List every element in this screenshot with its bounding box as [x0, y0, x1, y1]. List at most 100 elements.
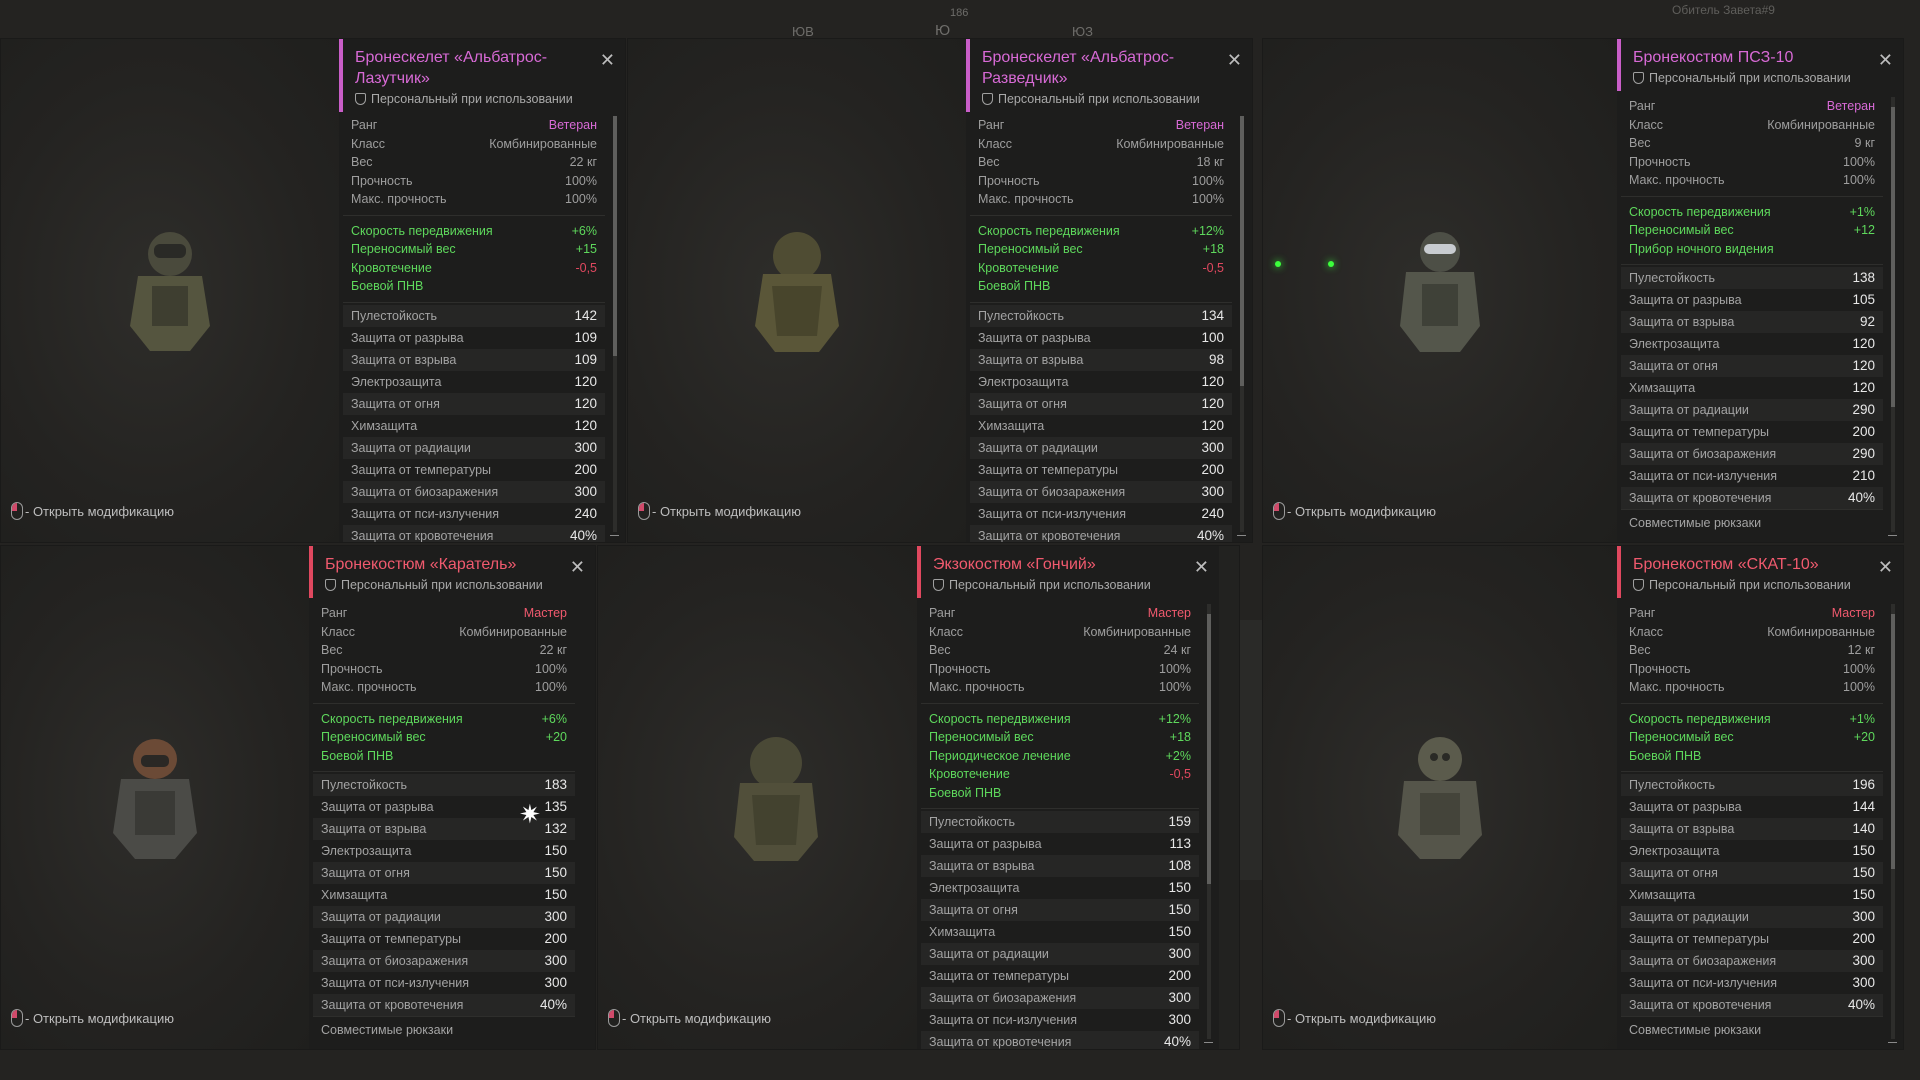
close-icon[interactable]: ✕ — [600, 51, 615, 69]
info-label: Прочность — [1629, 661, 1691, 676]
bonus-label: Скорость передвижения — [351, 223, 493, 238]
tooltip-header: Экзокостюм «Гончий» Персональный при испо… — [917, 546, 1219, 598]
open-modification-hint[interactable]: - Открыть модификацию — [638, 502, 801, 520]
info-row-rank: Ранг Мастер — [929, 604, 1191, 623]
protection-row: Пулестойкость 196 — [1621, 774, 1883, 796]
protection-row: Защита от пси-излучения 300 — [1621, 972, 1883, 994]
info-label: Макс. прочность — [351, 192, 447, 206]
close-icon[interactable]: ✕ — [570, 558, 585, 576]
scrollbar[interactable] — [1891, 97, 1895, 532]
scrollbar-thumb[interactable] — [1240, 116, 1244, 386]
bonus-label: Кровотечение — [978, 260, 1059, 275]
item-preview[interactable]: - Открыть модификацию — [1, 546, 309, 1049]
protection-row: Защита от огня 150 — [313, 862, 575, 884]
info-value: Мастер — [1147, 606, 1191, 620]
protection-value: 300 — [1201, 439, 1224, 455]
bonus-label: Переносимый вес — [978, 242, 1083, 256]
info-label: Прочность — [1629, 154, 1691, 169]
scrollbar[interactable] — [1891, 604, 1895, 1039]
scrollbar-thumb[interactable] — [613, 116, 617, 356]
item-tooltip: Бронекостюм «СКАТ-10» Персональный при ис… — [1617, 546, 1903, 1049]
info-value: 100% — [1159, 661, 1191, 676]
open-modification-hint[interactable]: - Открыть модификацию — [1273, 1009, 1436, 1027]
tooltip-body[interactable]: Ранг Ветеран Класс Комбинированные Вес 22 кг П… — [343, 110, 605, 542]
protection-row: Химзащита 150 — [921, 921, 1199, 943]
protection-label: Пулестойкость — [978, 308, 1065, 323]
scrollbar[interactable] — [1240, 116, 1244, 532]
info-row-class: Класс Комбинированные — [351, 135, 597, 154]
item-preview[interactable]: - Открыть модификацию — [598, 546, 953, 1049]
info-value: 100% — [535, 661, 567, 676]
protection-value: 300 — [544, 975, 567, 990]
shield-icon — [1633, 72, 1644, 84]
bonus-label: Боевой ПНВ — [929, 785, 1002, 800]
open-modification-label: - Открыть модификацию — [652, 503, 801, 519]
scrollbar-thumb[interactable] — [1891, 107, 1895, 407]
protection-row: Защита от пси-излучения 300 — [313, 972, 575, 994]
info-row-class: Класс Комбинированные — [929, 623, 1191, 642]
tooltip-body[interactable]: Ранг Ветеран Класс Комбинированные Вес 9 кг Пр… — [1621, 91, 1883, 542]
close-icon[interactable]: ✕ — [1878, 558, 1893, 576]
scrollbar[interactable] — [613, 116, 617, 532]
protection-label: Защита от температуры — [1629, 425, 1770, 439]
protection-row: Защита от взрыва 140 — [1621, 818, 1883, 840]
protection-value: 196 — [1852, 777, 1875, 792]
compatible-backpacks[interactable]: Совместимые рюкзаки — [1621, 509, 1883, 536]
scrollbar[interactable] — [1207, 604, 1211, 1039]
protection-value: 120 — [574, 395, 597, 411]
bonus-value: +15 — [575, 242, 597, 256]
item-protection-section: Пулестойкость 196 Защита от разрыва 144 Защи… — [1621, 772, 1883, 1016]
compatible-backpacks[interactable]: Совместимые рюкзаки — [313, 1016, 575, 1043]
protection-row: Защита от кровотечения 40% — [970, 524, 1232, 542]
compatible-backpacks[interactable]: Совместимые рюкзаки — [1621, 1016, 1883, 1043]
info-value: 18 кг — [1196, 155, 1224, 169]
info-row-rank: Ранг Ветеран — [978, 116, 1224, 135]
info-value: 100% — [1843, 173, 1875, 187]
protection-label: Защита от пси-излучения — [1629, 469, 1778, 483]
close-icon[interactable]: ✕ — [1227, 51, 1242, 69]
protection-label: Защита от огня — [1629, 359, 1718, 373]
bonus-label: Скорость передвижения — [1629, 204, 1771, 219]
protection-row: Защита от взрыва 98 — [970, 348, 1232, 371]
bonus-label: Кровотечение — [929, 767, 1010, 781]
tooltip-header: Бронекостюм ПСЗ-10 Персональный при испол… — [1617, 39, 1903, 91]
item-subtitle: Персональный при использовании — [1633, 71, 1873, 85]
info-value: 9 кг — [1854, 136, 1875, 150]
open-modification-hint[interactable]: - Открыть модификацию — [1273, 502, 1436, 520]
close-icon[interactable]: ✕ — [1194, 558, 1209, 576]
tooltip-body[interactable]: Ранг Мастер Класс Комбинированные Вес 12 кг Пр… — [1621, 598, 1883, 1049]
info-label: Ранг — [1629, 606, 1656, 620]
open-modification-hint[interactable]: - Открыть модификацию — [11, 1009, 174, 1027]
bonus-value: -0,5 — [1169, 767, 1191, 781]
item-info-section: Ранг Мастер Класс Комбинированные Вес 22 кг Пр… — [313, 598, 575, 704]
protection-row: Защита от температуры 200 — [1621, 421, 1883, 443]
protection-value: 92 — [1859, 314, 1875, 329]
scrollbar-thumb[interactable] — [1891, 614, 1895, 869]
item-protection-section: Пулестойкость 142 Защита от разрыва 109 Защи… — [343, 303, 605, 542]
item-preview[interactable]: - Открыть модификацию — [1263, 546, 1617, 1049]
item-preview[interactable]: - Открыть модификацию — [628, 39, 966, 542]
item-preview[interactable]: - Открыть модификацию — [1263, 39, 1617, 542]
shield-icon — [1633, 579, 1644, 591]
open-modification-hint[interactable]: - Открыть модификацию — [608, 1009, 771, 1027]
tooltip-header: Бронескелет «Альбатрос-Разведчик» Персона… — [966, 39, 1252, 112]
protection-label: Защита от биозаражения — [978, 484, 1126, 499]
protection-value: 210 — [1852, 468, 1875, 483]
tooltip-body[interactable]: Ранг Мастер Класс Комбинированные Вес 24 кг Пр… — [921, 598, 1199, 1049]
scrollbar-thumb[interactable] — [1207, 614, 1211, 884]
protection-row: Защита от пси-излучения 240 — [970, 503, 1232, 525]
open-modification-hint[interactable]: - Открыть модификацию — [11, 502, 174, 520]
info-row-weight: Вес 22 кг — [321, 641, 567, 660]
info-label: Вес — [978, 155, 1000, 169]
close-icon[interactable]: ✕ — [1878, 51, 1893, 69]
info-label: Прочность — [978, 173, 1040, 188]
info-value: 100% — [565, 173, 597, 188]
protection-row: Защита от кровотечения 40% — [343, 524, 605, 542]
bonus-label: Переносимый вес — [1629, 223, 1734, 237]
item-subtitle: Персональный при использовании — [325, 578, 565, 592]
protection-row: Электрозащита 120 — [343, 371, 605, 393]
item-preview[interactable]: - Открыть модификацию — [1, 39, 339, 542]
tooltip-body[interactable]: Ранг Ветеран Класс Комбинированные Вес 18 кг П… — [970, 110, 1232, 542]
item-title: Бронекостюм «СКАТ-10» — [1633, 556, 1819, 573]
protection-value: 105 — [1852, 292, 1875, 307]
